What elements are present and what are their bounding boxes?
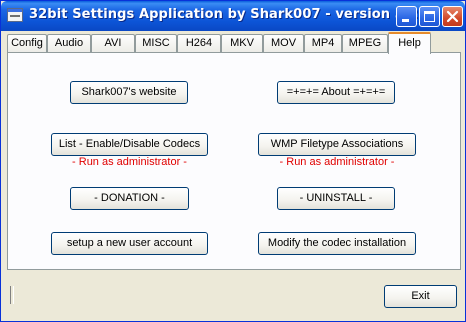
codecs-admin-note: - Run as administrator - xyxy=(72,156,187,168)
tab-config[interactable]: Config xyxy=(7,34,47,53)
tab-avi[interactable]: AVI xyxy=(91,34,135,53)
app-icon xyxy=(7,8,23,22)
new-user-account-button[interactable]: setup a new user account xyxy=(51,232,208,255)
status-divider xyxy=(10,286,14,304)
website-button[interactable]: Shark007's website xyxy=(70,81,188,104)
tab-strip: Config Audio AVI MISC H264 MKV MOV MP4 M… xyxy=(7,32,461,54)
window-title: 32bit Settings Application by Shark007 -… xyxy=(29,7,433,22)
minimize-icon xyxy=(402,19,409,22)
uninstall-button[interactable]: - UNINSTALL - xyxy=(277,187,395,210)
tab-mpeg[interactable]: MPEG xyxy=(342,34,388,53)
about-button[interactable]: =+=+= About =+=+= xyxy=(277,81,395,104)
maximize-icon xyxy=(424,11,435,22)
wmp-associations-button[interactable]: WMP Filetype Associations xyxy=(258,133,416,156)
help-panel: Shark007's website =+=+= About =+=+= Lis… xyxy=(7,52,461,270)
tab-misc[interactable]: MISC xyxy=(135,34,177,53)
tab-audio[interactable]: Audio xyxy=(47,34,91,53)
donation-button[interactable]: - DONATION - xyxy=(70,187,189,210)
codecs-button[interactable]: List - Enable/Disable Codecs xyxy=(51,133,208,156)
app-window: 32bit Settings Application by Shark007 -… xyxy=(0,0,466,322)
tab-mp4[interactable]: MP4 xyxy=(304,34,342,53)
tab-help[interactable]: Help xyxy=(388,32,431,54)
tab-mkv[interactable]: MKV xyxy=(221,34,263,53)
modify-installation-button[interactable]: Modify the codec installation xyxy=(258,232,416,255)
close-icon xyxy=(446,10,459,23)
exit-button[interactable]: Exit xyxy=(384,285,457,308)
tab-mov[interactable]: MOV xyxy=(263,34,304,53)
close-button[interactable] xyxy=(442,6,463,27)
wmp-admin-note: - Run as administrator - xyxy=(279,156,395,168)
tab-h264[interactable]: H264 xyxy=(177,34,221,53)
minimize-button[interactable] xyxy=(396,6,417,27)
title-bar[interactable]: 32bit Settings Application by Shark007 -… xyxy=(1,1,465,31)
maximize-button[interactable] xyxy=(419,6,440,27)
